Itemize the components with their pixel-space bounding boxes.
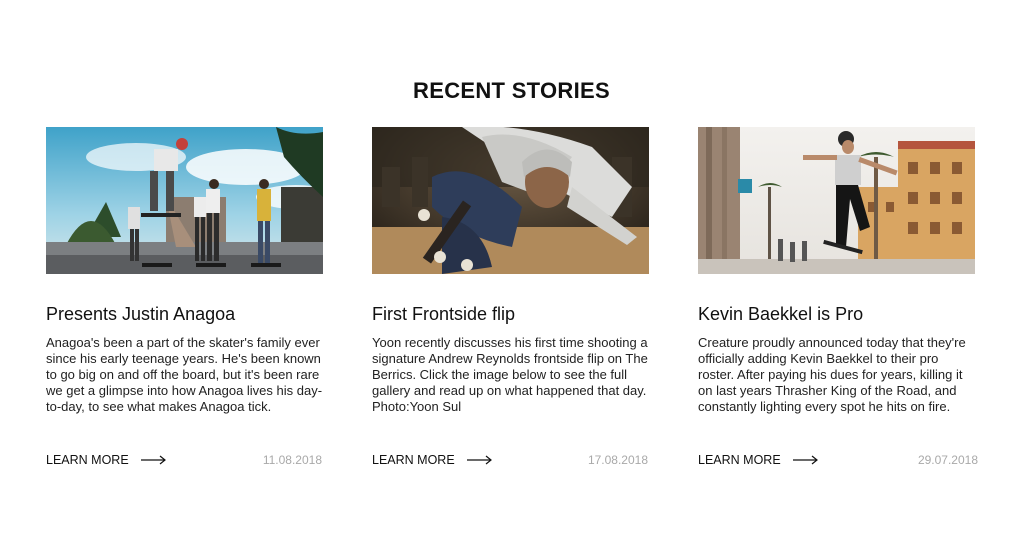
story-card: Presents Justin Anagoa Anagoa's been a p… bbox=[46, 127, 326, 467]
story-photo[interactable] bbox=[46, 127, 323, 274]
story-excerpt: Yoon recently discusses his first time s… bbox=[372, 335, 648, 414]
story-excerpt: Anagoa's been a part of the skater's fam… bbox=[46, 335, 323, 414]
story-card: First Frontside flip Yoon recently discu… bbox=[372, 127, 652, 467]
story-title[interactable]: First Frontside flip bbox=[372, 304, 652, 328]
section-title: RECENT STORIES bbox=[413, 78, 610, 104]
learn-more-label: LEARN MORE bbox=[698, 453, 781, 467]
story-date: 29.07.2018 bbox=[917, 453, 978, 467]
story-card: Kevin Baekkel is Pro Creature proudly an… bbox=[698, 127, 978, 467]
story-date: 17.08.2018 bbox=[587, 453, 648, 467]
learn-more-link[interactable]: LEARN MORE bbox=[46, 453, 167, 467]
story-photo[interactable] bbox=[372, 127, 649, 274]
story-footer: LEARN MORE 29.07.2018 bbox=[698, 453, 978, 469]
learn-more-label: LEARN MORE bbox=[46, 453, 129, 467]
story-photo[interactable] bbox=[698, 127, 975, 274]
story-title[interactable]: Presents Justin Anagoa bbox=[46, 304, 326, 328]
learn-more-label: LEARN MORE bbox=[372, 453, 455, 467]
arrow-right-icon bbox=[466, 455, 492, 465]
story-footer: LEARN MORE 17.08.2018 bbox=[372, 453, 648, 469]
story-excerpt: Creature proudly announced today that th… bbox=[698, 335, 966, 414]
story-footer: LEARN MORE 11.08.2018 bbox=[46, 453, 322, 469]
learn-more-link[interactable]: LEARN MORE bbox=[372, 453, 493, 467]
learn-more-link[interactable]: LEARN MORE bbox=[698, 453, 819, 467]
story-date: 11.08.2018 bbox=[262, 453, 322, 467]
arrow-right-icon bbox=[140, 455, 166, 465]
story-title[interactable]: Kevin Baekkel is Pro bbox=[698, 304, 978, 328]
arrow-right-icon bbox=[792, 455, 818, 465]
